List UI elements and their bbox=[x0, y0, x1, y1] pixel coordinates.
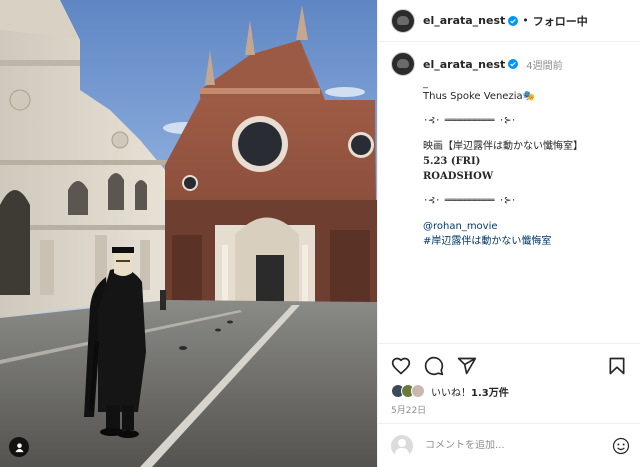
following-button[interactable]: フォロー中 bbox=[533, 13, 588, 29]
avatar bbox=[391, 434, 413, 457]
post-date[interactable]: 5月22日 bbox=[378, 400, 640, 416]
verified-badge-icon bbox=[508, 59, 519, 69]
emoji-icon[interactable] bbox=[612, 437, 630, 455]
hashtag-link[interactable]: #岸辺露伴は動かない懺悔室 bbox=[423, 234, 630, 249]
caption-username-link[interactable]: el_arata_nest bbox=[423, 58, 505, 71]
avatar bbox=[411, 384, 425, 398]
caption-line: 映画【岸辺露伴は動かない懺悔室】 bbox=[423, 141, 583, 152]
comment-bar bbox=[378, 423, 640, 467]
likes-number: 1.3万件 bbox=[471, 387, 509, 399]
username-link[interactable]: el_arata_nest bbox=[423, 14, 505, 27]
caption-text: _ Thus Spoke Venezia🎭 ·⊰· ══════════ ·⊱·… bbox=[423, 79, 630, 249]
mention-link[interactable]: @rohan_movie bbox=[423, 219, 630, 234]
likes-count[interactable]: いいね！1.3万件 bbox=[431, 384, 509, 399]
caption-header: el_arata_nest 4週間前 bbox=[391, 52, 630, 76]
comment-icon[interactable] bbox=[424, 356, 444, 376]
avatar[interactable] bbox=[391, 52, 415, 76]
likes-prefix: いいね！ bbox=[431, 387, 471, 399]
caption-line: 5.23 (FRI) bbox=[423, 156, 481, 167]
caption-line: _ bbox=[423, 78, 428, 89]
heart-icon[interactable] bbox=[391, 356, 411, 376]
action-bar bbox=[378, 344, 640, 378]
separator-dot: • bbox=[522, 14, 529, 27]
liker-avatars[interactable] bbox=[391, 384, 425, 398]
person-icon bbox=[14, 442, 24, 452]
caption-divider: ·⊰· ══════════ ·⊱· bbox=[423, 116, 516, 126]
user-tag-icon[interactable] bbox=[9, 437, 29, 457]
time-ago[interactable]: 4週間前 bbox=[526, 57, 562, 72]
verified-badge-icon bbox=[508, 15, 519, 26]
caption-line: Thus Spoke Venezia🎭 bbox=[423, 91, 536, 102]
avatar[interactable] bbox=[391, 8, 415, 33]
caption-line: ROADSHOW bbox=[423, 171, 494, 182]
post-header: el_arata_nest • フォロー中 bbox=[378, 0, 640, 42]
venice-church-photo bbox=[0, 0, 377, 467]
post-caption: el_arata_nest 4週間前 _ Thus Spoke Venezia🎭… bbox=[391, 52, 630, 249]
comment-input[interactable] bbox=[425, 440, 612, 451]
likes-row: いいね！1.3万件 bbox=[378, 378, 640, 400]
share-icon[interactable] bbox=[457, 356, 477, 376]
post-side-panel: el_arata_nest • フォロー中 el_arata_nest 4週間前… bbox=[377, 0, 640, 467]
post-actions-section: いいね！1.3万件 5月22日 bbox=[378, 343, 640, 416]
bookmark-icon[interactable] bbox=[607, 356, 627, 376]
caption-divider: ·⊰· ══════════ ·⊱· bbox=[423, 196, 516, 206]
post-photo[interactable] bbox=[0, 0, 377, 467]
